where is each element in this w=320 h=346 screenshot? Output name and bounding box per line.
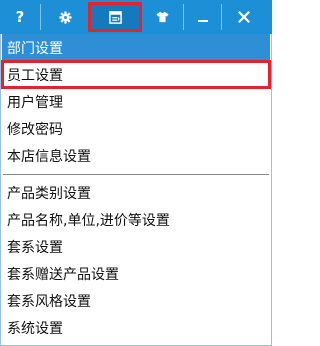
settings-dropdown-menu: 部门设置 员工设置 用户管理 修改密码 本店信息设置 产品类别设置 产品名称,单… xyxy=(0,34,272,346)
menu-item-package-gift-product-settings[interactable]: 套系赠送产品设置 xyxy=(2,260,270,287)
minimize-icon xyxy=(197,20,208,22)
help-icon: ? xyxy=(15,7,25,26)
skin-button[interactable] xyxy=(140,4,183,30)
close-icon xyxy=(237,11,250,23)
menu-item-package-style-settings[interactable]: 套系风格设置 xyxy=(2,287,270,314)
menu-item-label: 本店信息设置 xyxy=(7,148,91,165)
menu-item-user-management[interactable]: 用户管理 xyxy=(2,88,270,115)
title-toolbar: ? xyxy=(0,0,272,34)
minimize-button[interactable] xyxy=(183,4,221,30)
gear-icon xyxy=(59,10,72,24)
menu-item-change-password[interactable]: 修改密码 xyxy=(2,115,270,142)
shirt-icon xyxy=(155,11,169,23)
menu-item-product-category-settings[interactable]: 产品类别设置 xyxy=(2,179,270,206)
system-settings-button[interactable] xyxy=(88,2,142,32)
menu-item-label: 员工设置 xyxy=(7,67,63,84)
settings-window-icon xyxy=(109,10,122,24)
settings-button[interactable] xyxy=(40,4,90,30)
menu-item-label: 套系设置 xyxy=(7,239,63,256)
menu-item-package-settings[interactable]: 套系设置 xyxy=(2,233,270,260)
help-button[interactable]: ? xyxy=(0,4,40,30)
menu-item-system-settings[interactable]: 系统设置 xyxy=(2,314,270,341)
menu-item-store-info-settings[interactable]: 本店信息设置 xyxy=(2,142,270,169)
menu-item-product-name-unit-price-settings[interactable]: 产品名称,单位,进价等设置 xyxy=(2,206,270,233)
menu-item-department-settings[interactable]: 部门设置 xyxy=(2,34,270,61)
menu-item-label: 修改密码 xyxy=(7,121,63,138)
close-button[interactable] xyxy=(221,4,265,30)
menu-item-label: 套系赠送产品设置 xyxy=(7,266,119,283)
menu-item-label: 套系风格设置 xyxy=(7,293,91,310)
menu-item-employee-settings[interactable]: 员工设置 xyxy=(1,60,271,89)
menu-item-label: 产品类别设置 xyxy=(7,185,91,202)
menu-item-label: 部门设置 xyxy=(7,40,63,57)
menu-separator xyxy=(3,174,269,175)
menu-item-label: 系统设置 xyxy=(7,320,63,337)
menu-item-label: 产品名称,单位,进价等设置 xyxy=(7,212,170,229)
menu-item-label: 用户管理 xyxy=(7,94,63,111)
